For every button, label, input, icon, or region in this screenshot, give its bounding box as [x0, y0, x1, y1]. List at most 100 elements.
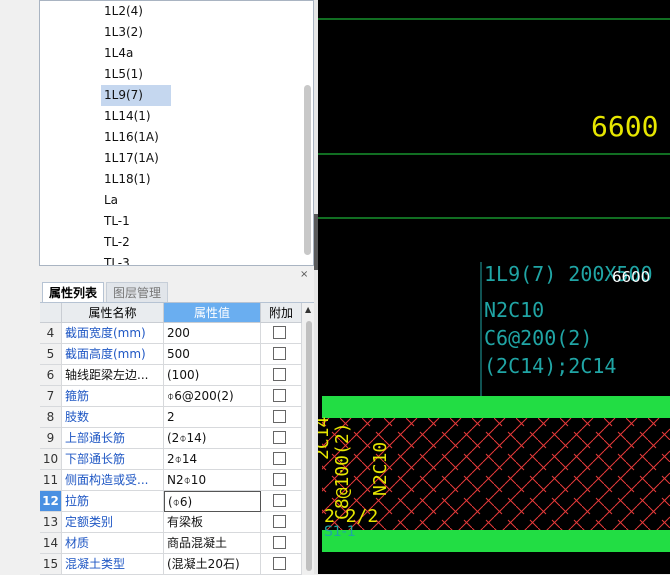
- tree-item[interactable]: TL-1: [101, 211, 133, 232]
- property-name: 定额类别: [62, 512, 164, 533]
- section-tag: S1-1: [324, 524, 356, 540]
- property-value[interactable]: (混凝土20石): [164, 554, 261, 575]
- table-row[interactable]: 14 材质 商品混凝土: [40, 533, 302, 554]
- extra-checkbox[interactable]: [273, 515, 286, 528]
- property-value[interactable]: ⌽6@200(2): [164, 386, 261, 407]
- row-number: 5: [40, 344, 62, 365]
- side-bar-label: N2C10: [484, 298, 545, 322]
- tree-item[interactable]: 1L16(1A): [101, 127, 162, 148]
- extra-cell: [261, 554, 302, 575]
- property-name: 截面宽度(mm): [62, 323, 164, 344]
- property-value[interactable]: 2: [164, 407, 261, 428]
- table-row[interactable]: 15 混凝土类型 (混凝土20石): [40, 554, 302, 575]
- extra-cell: [261, 428, 302, 449]
- row-number: 6: [40, 365, 62, 386]
- tree-item[interactable]: 1L18(1): [101, 169, 154, 190]
- extra-checkbox[interactable]: [273, 473, 286, 486]
- tree-scrollbar[interactable]: [304, 85, 311, 255]
- tree-item[interactable]: 1L3(2): [101, 22, 146, 43]
- property-name: 肢数: [62, 407, 164, 428]
- table-row[interactable]: 12 拉筋 (⌽6): [40, 491, 302, 512]
- property-value[interactable]: 200: [164, 323, 261, 344]
- property-name: 材质: [62, 533, 164, 554]
- property-value[interactable]: 500: [164, 344, 261, 365]
- grid-scroll-thumb[interactable]: [306, 321, 312, 571]
- extra-checkbox[interactable]: [273, 536, 286, 549]
- extra-checkbox[interactable]: [273, 326, 286, 339]
- extra-cell: [261, 407, 302, 428]
- property-value[interactable]: (2⌽14): [164, 428, 261, 449]
- property-value[interactable]: 2⌽14: [164, 449, 261, 470]
- row-number: 15: [40, 554, 62, 575]
- table-row[interactable]: 13 定额类别 有梁板: [40, 512, 302, 533]
- extra-cell: [261, 533, 302, 554]
- tab-layer-management[interactable]: 图层管理: [106, 282, 169, 302]
- extra-checkbox[interactable]: [273, 494, 286, 507]
- extra-cell: [261, 323, 302, 344]
- property-value[interactable]: N2⌽10: [164, 470, 261, 491]
- header-index: [40, 303, 62, 323]
- tree-item[interactable]: La: [101, 190, 121, 211]
- table-row[interactable]: 4 截面宽度(mm) 200: [40, 323, 302, 344]
- property-name: 侧面构造或受...: [62, 470, 164, 491]
- tree-item[interactable]: 1L9(7): [101, 85, 171, 106]
- property-value[interactable]: 有梁板: [164, 512, 261, 533]
- property-name: 下部通长筋: [62, 449, 164, 470]
- tree-item[interactable]: 1L17(1A): [101, 148, 162, 169]
- table-row[interactable]: 9 上部通长筋 (2⌽14): [40, 428, 302, 449]
- tree-item[interactable]: 1L5(1): [101, 64, 146, 85]
- tree-item[interactable]: 1L2(4): [101, 1, 146, 22]
- close-icon[interactable]: ×: [300, 269, 308, 280]
- row-number: 4: [40, 323, 62, 344]
- property-value[interactable]: 商品混凝土: [164, 533, 261, 554]
- extra-checkbox[interactable]: [273, 452, 286, 465]
- left-pane: 1L2(4) 1L3(2) 1L4a 1L5(1) 1L9(7) 1L14(1) 1L16(…: [0, 0, 318, 575]
- component-tree: 1L2(4) 1L3(2) 1L4a 1L5(1) 1L9(7) 1L14(1) 1L16(…: [39, 0, 314, 266]
- dimension-text-top: 6600: [591, 110, 659, 143]
- table-row[interactable]: 5 截面高度(mm) 500: [40, 344, 302, 365]
- table-row[interactable]: 11 侧面构造或受... N2⌽10: [40, 470, 302, 491]
- beam-bottom-band: [322, 530, 670, 552]
- property-value[interactable]: (⌽6): [164, 491, 261, 512]
- table-row[interactable]: 7 箍筋 ⌽6@200(2): [40, 386, 302, 407]
- property-name: 拉筋: [62, 491, 164, 512]
- header-name: 属性名称: [62, 303, 164, 323]
- extra-checkbox[interactable]: [273, 389, 286, 402]
- header-extra: 附加: [261, 303, 302, 323]
- property-name: 截面高度(mm): [62, 344, 164, 365]
- header-value: 属性值: [164, 303, 261, 323]
- tree-item[interactable]: 1L4a: [101, 43, 136, 64]
- bars-label: (2C14);2C14: [484, 354, 617, 378]
- extra-checkbox[interactable]: [273, 347, 286, 360]
- extra-checkbox[interactable]: [273, 431, 286, 444]
- scroll-up-arrow-icon[interactable]: ▲: [305, 305, 311, 314]
- property-name: 混凝土类型: [62, 554, 164, 575]
- extra-checkbox[interactable]: [273, 410, 286, 423]
- row-number: 13: [40, 512, 62, 533]
- extra-checkbox[interactable]: [273, 368, 286, 381]
- table-row[interactable]: 8 肢数 2: [40, 407, 302, 428]
- tree-item[interactable]: 1L14(1): [101, 106, 154, 127]
- cad-canvas[interactable]: 6600 1L9(7) 200X500 6600 N2C10 C6@200(2)…: [318, 0, 670, 574]
- dimension-overlay: 6600: [612, 268, 651, 286]
- extra-cell: [261, 344, 302, 365]
- vertical-label-left: 2C14: [318, 416, 333, 460]
- tab-property-list[interactable]: 属性列表: [42, 282, 105, 302]
- row-number: 11: [40, 470, 62, 491]
- tree-item[interactable]: TL-3: [101, 253, 133, 265]
- panel-tabs: 属性列表 图层管理: [40, 282, 316, 303]
- tree-item[interactable]: TL-2: [101, 232, 133, 253]
- stirrup-label: C6@200(2): [484, 326, 593, 350]
- extra-cell: [261, 470, 302, 491]
- beam-top-band: [322, 396, 670, 418]
- extra-cell: [261, 491, 302, 512]
- property-name: 轴线距梁左边...: [62, 365, 164, 386]
- property-name: 箍筋: [62, 386, 164, 407]
- extra-cell: [261, 365, 302, 386]
- property-value[interactable]: (100): [164, 365, 261, 386]
- table-row[interactable]: 10 下部通长筋 2⌽14: [40, 449, 302, 470]
- extra-cell: [261, 449, 302, 470]
- table-row[interactable]: 6 轴线距梁左边... (100): [40, 365, 302, 386]
- extra-cell: [261, 512, 302, 533]
- extra-checkbox[interactable]: [273, 557, 286, 570]
